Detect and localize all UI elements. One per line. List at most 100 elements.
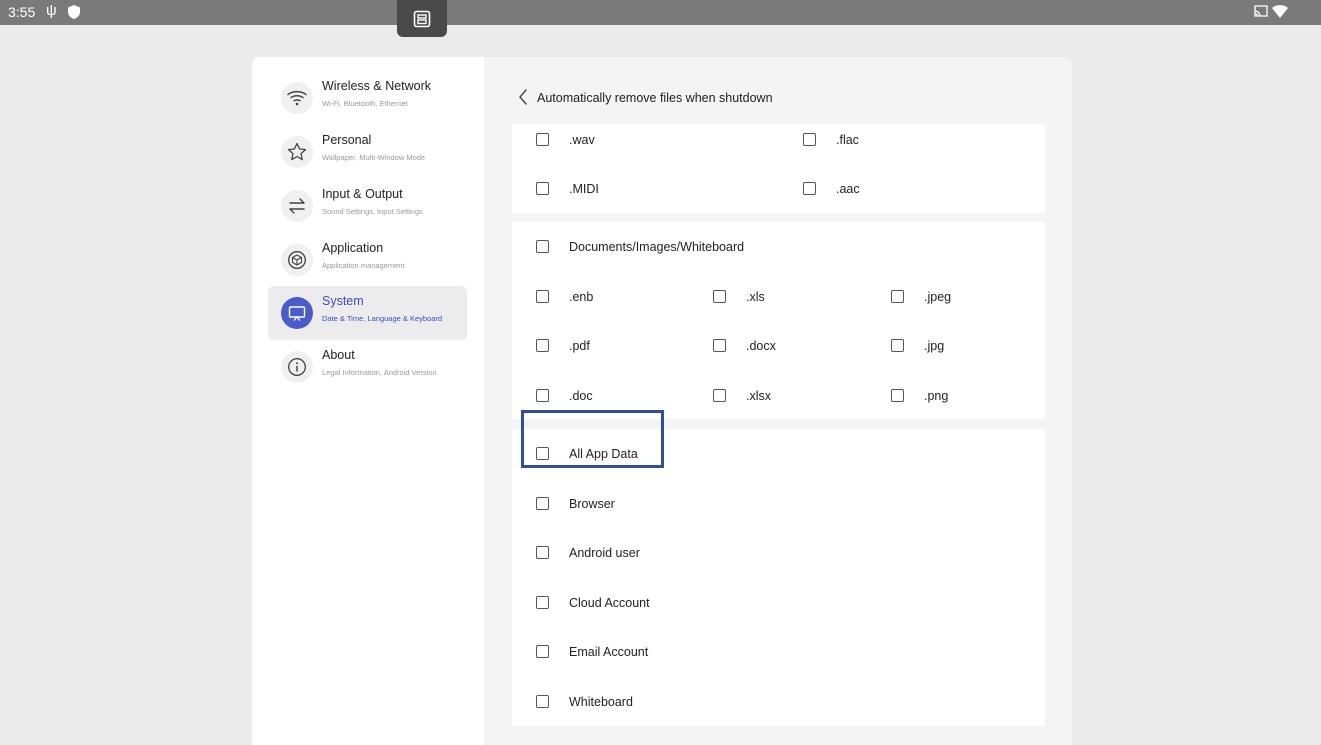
floating-window-icon: [413, 10, 431, 28]
option-label: .png: [924, 388, 949, 403]
option-cloud-account[interactable]: Cloud Account: [536, 578, 650, 627]
floating-window-button[interactable]: [397, 0, 447, 37]
checkbox[interactable]: [536, 497, 549, 510]
sidebar-item-system[interactable]: System Date & Time, Language & Keyboard: [268, 286, 467, 340]
list-item: .enb .xls .jpeg: [512, 272, 1045, 321]
option-docx[interactable]: .docx: [713, 321, 776, 370]
option-label: .jpg: [924, 338, 945, 353]
list-item: Documents/Images/Whiteboard: [512, 222, 1045, 271]
option-label: Cloud Account: [569, 595, 650, 610]
option-label: .wav: [569, 132, 595, 147]
sidebar-item-subtitle: Wallpaper, Multi-Window Mode: [322, 153, 426, 162]
back-arrow-icon[interactable]: [518, 88, 528, 106]
sidebar-item-title: Application: [322, 241, 384, 255]
checkbox[interactable]: [803, 133, 816, 146]
sidebar-item-wireless-network[interactable]: Wireless & Network Wi-Fi, Bluetooth, Eth…: [268, 71, 467, 125]
list-item: .pdf .docx .jpg: [512, 321, 1045, 370]
checkbox[interactable]: [536, 240, 549, 253]
shield-icon: [68, 5, 80, 19]
wifi-icon: [1272, 5, 1288, 18]
sidebar-item-subtitle: Application management: [322, 261, 405, 270]
checkbox[interactable]: [891, 339, 904, 352]
sidebar-item-title: Wireless & Network: [322, 79, 432, 93]
option-pdf[interactable]: .pdf: [536, 321, 590, 370]
checkbox[interactable]: [536, 695, 549, 708]
page-title: Automatically remove files when shutdown: [537, 91, 773, 105]
list-item: Whiteboard: [512, 677, 1045, 726]
option-aac[interactable]: .aac: [803, 164, 860, 213]
option-label: Whiteboard: [569, 694, 633, 709]
option-label: .jpeg: [924, 289, 952, 304]
list-item: Browser: [512, 479, 1045, 528]
list-item: .wav .flac: [512, 115, 1045, 164]
sidebar-item-title: Input & Output: [322, 187, 403, 201]
checkbox[interactable]: [891, 290, 904, 303]
option-label: Email Account: [569, 644, 649, 659]
checkbox[interactable]: [536, 389, 549, 402]
app-data-card: All App Data Browser Android user Cloud …: [512, 429, 1045, 726]
sidebar-item-input-output[interactable]: Input & Output Sound Settings, Input Set…: [268, 179, 467, 233]
option-whiteboard[interactable]: Whiteboard: [536, 677, 633, 726]
checkbox[interactable]: [536, 133, 549, 146]
option-wav[interactable]: .wav: [536, 115, 595, 164]
sidebar-item-title: System: [322, 294, 364, 308]
option-jpeg[interactable]: .jpeg: [891, 272, 951, 321]
checkbox[interactable]: [713, 389, 726, 402]
option-flac[interactable]: .flac: [803, 115, 859, 164]
sidebar-item-subtitle: Date & Time, Language & Keyboard: [322, 314, 443, 323]
status-time: 3:55: [8, 4, 36, 20]
option-xls[interactable]: .xls: [713, 272, 765, 321]
option-png[interactable]: .png: [891, 371, 948, 420]
sidebar-item-subtitle: Legal Information, Android Version: [322, 368, 437, 377]
checkbox[interactable]: [713, 339, 726, 352]
option-enb[interactable]: .enb: [536, 272, 593, 321]
checkbox[interactable]: [536, 182, 549, 195]
option-android-user[interactable]: Android user: [536, 528, 640, 577]
cast-icon: [1254, 5, 1268, 17]
option-label: .xlsx: [746, 388, 771, 403]
option-midi[interactable]: .MIDI: [536, 164, 599, 213]
wifi-icon: [287, 90, 307, 106]
checkbox[interactable]: [536, 596, 549, 609]
monitor-icon: [288, 306, 306, 321]
usb-icon: ψ: [46, 2, 57, 19]
audio-files-card: .wav .flac .MIDI .aac: [512, 124, 1045, 213]
documents-card: Documents/Images/Whiteboard .enb .xls .j…: [512, 222, 1045, 419]
option-xlsx[interactable]: .xlsx: [713, 371, 771, 420]
list-item: .MIDI .aac: [512, 164, 1045, 213]
status-bar: 3:55 ψ: [0, 0, 1321, 37]
sidebar-item-about[interactable]: About Legal Information, Android Version: [268, 340, 467, 394]
option-label: .doc: [569, 388, 593, 403]
option-label: Browser: [569, 496, 615, 511]
sidebar-item-title: Personal: [322, 133, 372, 147]
checkbox[interactable]: [713, 290, 726, 303]
option-documents-group[interactable]: Documents/Images/Whiteboard: [536, 222, 744, 271]
sidebar-item-title: About: [322, 348, 355, 362]
sidebar-item-application[interactable]: Application Application management: [268, 233, 467, 287]
star-icon: [287, 142, 307, 161]
checkbox[interactable]: [536, 339, 549, 352]
highlight-box: [521, 410, 664, 468]
list-item: Android user: [512, 528, 1045, 577]
swap-arrows-icon: [289, 198, 305, 214]
option-label: .MIDI: [569, 181, 599, 196]
option-jpg[interactable]: .jpg: [891, 321, 944, 370]
checkbox[interactable]: [891, 389, 904, 402]
checkbox[interactable]: [536, 290, 549, 303]
checkbox[interactable]: [536, 546, 549, 559]
option-label: .pdf: [569, 338, 590, 353]
sidebar-item-personal[interactable]: Personal Wallpaper, Multi-Window Mode: [268, 125, 467, 179]
info-icon: [288, 358, 306, 376]
option-browser[interactable]: Browser: [536, 479, 615, 528]
option-label: Documents/Images/Whiteboard: [569, 239, 745, 254]
option-label: .aac: [836, 181, 860, 196]
option-label: .flac: [836, 132, 859, 147]
option-label: .enb: [569, 289, 594, 304]
checkbox[interactable]: [536, 645, 549, 658]
option-label: .docx: [746, 338, 776, 353]
checkbox[interactable]: [803, 182, 816, 195]
list-item: Email Account: [512, 627, 1045, 676]
option-label: Android user: [569, 545, 640, 560]
sidebar-item-subtitle: Wi-Fi, Bluetooth, Ethernet: [322, 99, 408, 108]
option-email-account[interactable]: Email Account: [536, 627, 648, 676]
